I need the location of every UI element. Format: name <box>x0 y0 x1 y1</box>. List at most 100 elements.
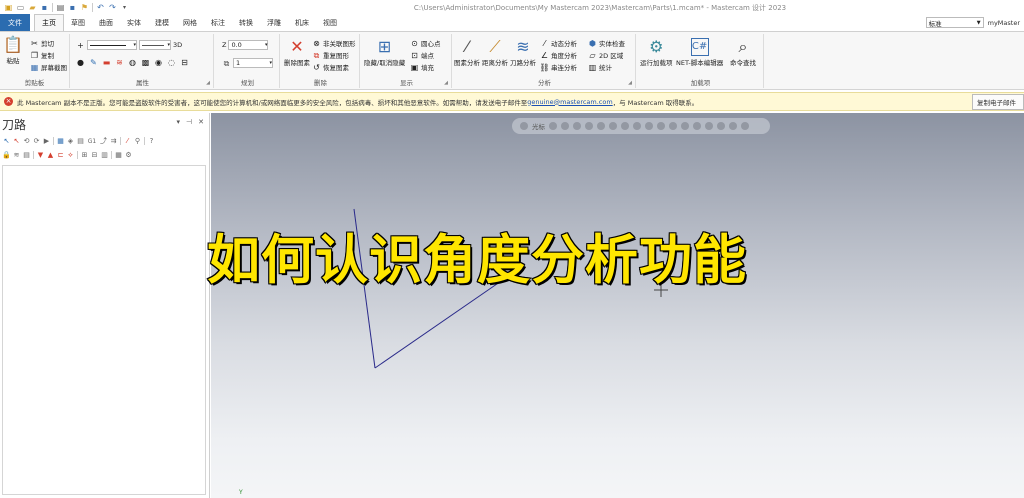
center-point-button[interactable]: ⊙ 圆心点 <box>410 38 440 49</box>
tab-file[interactable]: 文件 <box>0 14 30 31</box>
group-clipboard: 📋 粘贴 ✂ 剪切 ❐ 复制 ▦ 屏幕截图 剪贴板 <box>0 34 70 88</box>
texture-icon[interactable]: ▩ <box>141 58 150 67</box>
collapse-icon[interactable]: ⊟ <box>91 151 98 159</box>
save-as-icon[interactable]: ▪ <box>68 3 77 12</box>
material-icon[interactable]: ◉ <box>154 58 163 67</box>
simulate-machine-icon[interactable]: ▤ <box>77 137 84 145</box>
paste-button[interactable]: 📋 粘贴 <box>3 36 23 66</box>
undelete-button[interactable]: ↺ 恢复图素 <box>312 62 349 73</box>
point-color-icon[interactable]: ● <box>76 58 85 67</box>
lock-icon[interactable]: 🔒 <box>2 151 11 159</box>
help-icon[interactable]: ? <box>148 137 155 145</box>
post-icon[interactable]: ⤴ <box>100 137 107 145</box>
close-icon[interactable]: ✕ <box>198 118 204 126</box>
endpoint-button[interactable]: ⊡ 端点 <box>410 50 434 61</box>
expand-icon[interactable]: ⊞ <box>81 151 88 159</box>
undo-icon[interactable]: ↶ <box>96 3 105 12</box>
graph-icon[interactable]: ▦ <box>115 151 122 159</box>
insert-after-icon[interactable]: ⟡ <box>67 151 74 159</box>
solid-check-button[interactable]: ⬢ 实体检查 <box>588 38 625 49</box>
dynamic-analysis-button[interactable]: ⁄ 动态分析 <box>540 38 577 49</box>
fill-button[interactable]: ▣ 填充 <box>410 62 434 73</box>
level-icon[interactable]: ⊟ <box>180 58 189 67</box>
tab-sketch[interactable]: 草图 <box>64 15 92 31</box>
insert-arrow-icon[interactable]: ⊏ <box>57 151 64 159</box>
select-invalid-icon[interactable]: ↖ <box>13 137 20 145</box>
open-folder-icon[interactable]: ▰ <box>28 3 37 12</box>
filter-icon[interactable]: ▥ <box>101 151 108 159</box>
support-email-link[interactable]: genuine@mastercam.com <box>527 98 612 106</box>
attributes-dialog-launcher-icon[interactable]: ◢ <box>206 80 210 86</box>
delete-ops-icon[interactable]: ⁄ <box>124 137 131 145</box>
clear-color-icon[interactable]: ◌ <box>167 58 176 67</box>
move-down-icon[interactable]: ▼ <box>37 151 44 159</box>
fill-color-icon[interactable]: ▬ <box>102 58 111 67</box>
hide-unhide-button[interactable]: ⊞ 隐藏/取消隐藏 <box>364 38 405 68</box>
flag-icon[interactable]: ⚑ <box>80 3 89 12</box>
tools-icon[interactable]: ⚙ <box>125 151 132 159</box>
print-icon[interactable]: ▤ <box>56 3 65 12</box>
tab-transform[interactable]: 转换 <box>232 15 260 31</box>
analysis-dialog-launcher-icon[interactable]: ◢ <box>628 80 632 86</box>
toggle-display-icon[interactable]: ≋ <box>13 151 20 159</box>
toolpath-tree[interactable] <box>2 165 206 495</box>
tab-machine[interactable]: 机床 <box>288 15 316 31</box>
duplicate-button[interactable]: ⧉ 重复图形 <box>312 50 349 61</box>
run-addin-button[interactable]: ⚙ 运行加载项 <box>640 38 673 68</box>
tab-dimension[interactable]: 标注 <box>204 15 232 31</box>
tab-solids[interactable]: 实体 <box>120 15 148 31</box>
tab-view[interactable]: 视图 <box>316 15 344 31</box>
tab-model-prep[interactable]: 建模 <box>148 15 176 31</box>
high-feed-icon[interactable]: ⇉ <box>110 137 117 145</box>
screenshot-button[interactable]: ▦ 屏幕截图 <box>30 62 67 73</box>
select-all-icon[interactable]: ↖ <box>3 137 10 145</box>
save-icon[interactable]: ▪ <box>40 3 49 12</box>
tab-mesh[interactable]: 网格 <box>176 15 204 31</box>
panel-menu-icon[interactable]: ▾ <box>177 118 181 126</box>
title-bar: ▣ ▭ ▰ ▪ ▤ ▪ ⚑ ↶ ↷ ▾ C:\Users\Administrat… <box>0 0 1024 15</box>
copy-email-button[interactable]: 复制电子邮件 <box>972 94 1024 110</box>
customize-qat-icon[interactable]: ▾ <box>120 3 129 12</box>
toolpath-analysis-button[interactable]: ≋ 刀路分析 <box>510 38 536 68</box>
verify-icon[interactable]: ◈ <box>67 137 74 145</box>
z-depth-input[interactable]: 0.0 ▾ <box>228 40 269 50</box>
tab-home[interactable]: 主页 <box>34 14 64 31</box>
shading-icon[interactable]: ◍ <box>128 58 137 67</box>
wire-color-icon[interactable]: ≋ <box>115 58 124 67</box>
tab-relief[interactable]: 浮雕 <box>260 15 288 31</box>
copy-button[interactable]: ❐ 复制 <box>30 50 54 61</box>
non-associative-button[interactable]: ⊗ 非关联图形 <box>312 38 355 49</box>
toolpath-settings-icon[interactable]: ⚲ <box>134 137 141 145</box>
geometry-analysis-button[interactable]: ⁄ 图素分析 <box>454 38 480 68</box>
statistics-button[interactable]: ▥ 统计 <box>588 62 612 73</box>
line-color-icon[interactable]: ✎ <box>89 58 98 67</box>
command-finder-button[interactable]: ⌕ 命令查找 <box>730 38 756 68</box>
regen-dirty-icon[interactable]: ⟳ <box>33 137 40 145</box>
display-dialog-launcher-icon[interactable]: ◢ <box>444 80 448 86</box>
area-2d-button[interactable]: ▱ 2D 区域 <box>588 50 623 61</box>
pin-icon[interactable]: ⊣ <box>186 118 192 126</box>
nonassoc-icon: ⊗ <box>313 38 320 48</box>
angle-analysis-button[interactable]: ∠ 角度分析 <box>540 50 577 61</box>
graphics-viewport[interactable]: 光标 Y <box>211 113 1024 498</box>
gcode-icon[interactable]: G1 <box>87 138 97 145</box>
cut-button[interactable]: ✂ 剪切 <box>30 38 54 49</box>
tab-surfaces[interactable]: 曲面 <box>92 15 120 31</box>
chain-analysis-button[interactable]: ⛓ 串连分析 <box>539 62 577 73</box>
redo-icon[interactable]: ↷ <box>108 3 117 12</box>
toggle-post-icon[interactable]: ▤ <box>23 151 30 159</box>
group-display: ⊞ 隐藏/取消隐藏 ⊙ 圆心点 ⊡ 端点 ▣ 填充 显示 ◢ <box>362 34 452 88</box>
level-input[interactable]: 1 ▾ <box>233 58 273 68</box>
line-style-select[interactable]: + ▾ ▾ 3D <box>76 40 182 50</box>
regen-selected-icon[interactable]: ⟲ <box>23 137 30 145</box>
group-delete: ✕ 删除图素 ⊗ 非关联图形 ⧉ 重复图形 ↺ 恢复图素 删除 <box>282 34 360 88</box>
move-up-icon[interactable]: ▲ <box>47 151 54 159</box>
mode-select[interactable]: 标准 ▼ <box>925 17 984 28</box>
distance-analysis-button[interactable]: ⟋ 距离分析 <box>482 38 508 68</box>
simulate-icon[interactable]: ▶ <box>43 137 50 145</box>
delete-entities-button[interactable]: ✕ 删除图素 <box>284 38 310 68</box>
net-script-editor-button[interactable]: C# NET-脚本编辑器 <box>676 38 723 67</box>
sketch-geometry <box>353 208 508 369</box>
new-file-icon[interactable]: ▭ <box>16 3 25 12</box>
backplot-icon[interactable]: ▦ <box>57 137 64 145</box>
